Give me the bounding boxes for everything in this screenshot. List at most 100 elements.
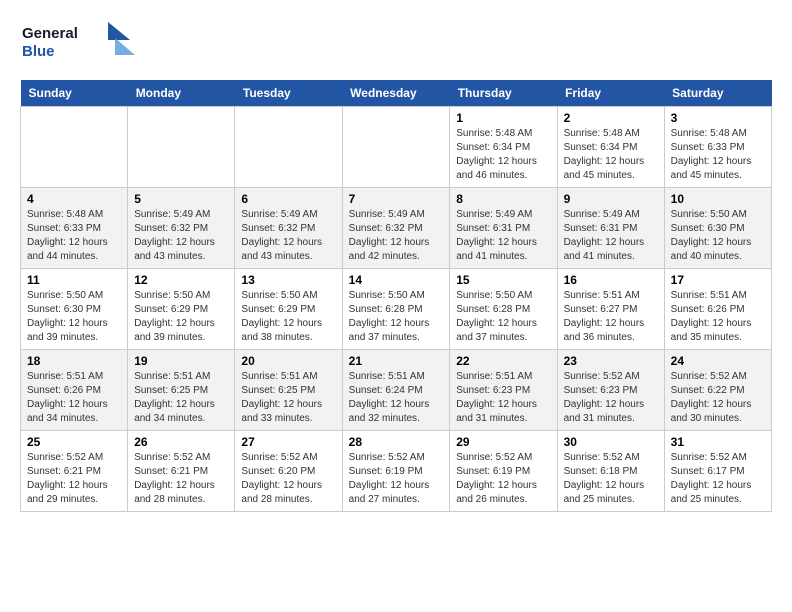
calendar-cell xyxy=(342,107,450,188)
day-number: 14 xyxy=(349,273,444,287)
calendar-cell: 10 Sunrise: 5:50 AM Sunset: 6:30 PM Dayli… xyxy=(664,188,771,269)
day-info: Sunrise: 5:51 AM Sunset: 6:26 PM Dayligh… xyxy=(27,370,121,426)
day-number: 29 xyxy=(456,435,550,449)
day-number: 12 xyxy=(134,273,228,287)
day-info: Sunrise: 5:48 AM Sunset: 6:34 PM Dayligh… xyxy=(456,127,550,183)
calendar-cell: 28Sunrise: 5:52 AM Sunset: 6:19 PM Dayli… xyxy=(342,431,450,512)
calendar-cell: 6 Sunrise: 5:49 AM Sunset: 6:32 PM Daylig… xyxy=(235,188,342,269)
day-info: Sunrise: 5:50 AM Sunset: 6:30 PM Dayligh… xyxy=(27,289,121,345)
day-info: Sunrise: 5:52 AM Sunset: 6:21 PM Dayligh… xyxy=(27,451,121,507)
day-info: Sunrise: 5:50 AM Sunset: 6:29 PM Dayligh… xyxy=(134,289,228,345)
calendar-cell: 23 Sunrise: 5:52 AM Sunset: 6:23 PM Dayli… xyxy=(557,350,664,431)
calendar-cell: 20 Sunrise: 5:51 AM Sunset: 6:25 PM Dayli… xyxy=(235,350,342,431)
calendar-cell: 8 Sunrise: 5:49 AM Sunset: 6:31 PM Daylig… xyxy=(450,188,557,269)
day-info: Sunrise: 5:48 AM Sunset: 6:34 PM Dayligh… xyxy=(564,127,658,183)
week-row-3: 11Sunrise: 5:50 AM Sunset: 6:30 PM Dayli… xyxy=(21,269,772,350)
day-number: 27 xyxy=(241,435,335,449)
header: General Blue xyxy=(20,20,772,70)
day-info: Sunrise: 5:49 AM Sunset: 6:32 PM Dayligh… xyxy=(134,208,228,264)
calendar-cell: 9Sunrise: 5:49 AM Sunset: 6:31 PM Daylig… xyxy=(557,188,664,269)
day-number: 31 xyxy=(671,435,765,449)
day-number: 7 xyxy=(349,192,444,206)
calendar-cell: 13 Sunrise: 5:50 AM Sunset: 6:29 PM Dayli… xyxy=(235,269,342,350)
day-info: Sunrise: 5:52 AM Sunset: 6:23 PM Dayligh… xyxy=(564,370,658,426)
week-row-5: 25 Sunrise: 5:52 AM Sunset: 6:21 PM Dayli… xyxy=(21,431,772,512)
day-info: Sunrise: 5:50 AM Sunset: 6:29 PM Dayligh… xyxy=(241,289,335,345)
day-number: 22 xyxy=(456,354,550,368)
day-info: Sunrise: 5:51 AM Sunset: 6:25 PM Dayligh… xyxy=(134,370,228,426)
day-number: 8 xyxy=(456,192,550,206)
day-info: Sunrise: 5:51 AM Sunset: 6:24 PM Dayligh… xyxy=(349,370,444,426)
logo: General Blue xyxy=(20,20,130,70)
day-number: 25 xyxy=(27,435,121,449)
day-number: 6 xyxy=(241,192,335,206)
day-info: Sunrise: 5:52 AM Sunset: 6:17 PM Dayligh… xyxy=(671,451,765,507)
calendar-cell: 14 Sunrise: 5:50 AM Sunset: 6:28 PM Dayli… xyxy=(342,269,450,350)
day-info: Sunrise: 5:51 AM Sunset: 6:27 PM Dayligh… xyxy=(564,289,658,345)
day-number: 26 xyxy=(134,435,228,449)
calendar-cell: 5 Sunrise: 5:49 AM Sunset: 6:32 PM Daylig… xyxy=(128,188,235,269)
weekday-header-thursday: Thursday xyxy=(450,80,557,107)
day-number: 1 xyxy=(456,111,550,125)
day-info: Sunrise: 5:50 AM Sunset: 6:30 PM Dayligh… xyxy=(671,208,765,264)
calendar-cell: 24Sunrise: 5:52 AM Sunset: 6:22 PM Dayli… xyxy=(664,350,771,431)
week-row-4: 18 Sunrise: 5:51 AM Sunset: 6:26 PM Dayli… xyxy=(21,350,772,431)
day-number: 5 xyxy=(134,192,228,206)
day-info: Sunrise: 5:51 AM Sunset: 6:23 PM Dayligh… xyxy=(456,370,550,426)
day-info: Sunrise: 5:52 AM Sunset: 6:22 PM Dayligh… xyxy=(671,370,765,426)
calendar-cell: 12 Sunrise: 5:50 AM Sunset: 6:29 PM Dayli… xyxy=(128,269,235,350)
calendar-cell: 19 Sunrise: 5:51 AM Sunset: 6:25 PM Dayli… xyxy=(128,350,235,431)
calendar-cell: 4 Sunrise: 5:48 AM Sunset: 6:33 PM Daylig… xyxy=(21,188,128,269)
calendar-cell xyxy=(128,107,235,188)
calendar-cell: 2 Sunrise: 5:48 AM Sunset: 6:34 PM Daylig… xyxy=(557,107,664,188)
day-info: Sunrise: 5:49 AM Sunset: 6:32 PM Dayligh… xyxy=(241,208,335,264)
day-number: 18 xyxy=(27,354,121,368)
calendar-cell: 16 Sunrise: 5:51 AM Sunset: 6:27 PM Dayli… xyxy=(557,269,664,350)
day-info: Sunrise: 5:52 AM Sunset: 6:19 PM Dayligh… xyxy=(349,451,444,507)
weekday-header-saturday: Saturday xyxy=(664,80,771,107)
calendar-cell: 31 Sunrise: 5:52 AM Sunset: 6:17 PM Dayli… xyxy=(664,431,771,512)
day-number: 16 xyxy=(564,273,658,287)
svg-text:Blue: Blue xyxy=(22,43,55,60)
day-info: Sunrise: 5:52 AM Sunset: 6:19 PM Dayligh… xyxy=(456,451,550,507)
day-info: Sunrise: 5:52 AM Sunset: 6:20 PM Dayligh… xyxy=(241,451,335,507)
day-number: 21 xyxy=(349,354,444,368)
day-info: Sunrise: 5:51 AM Sunset: 6:26 PM Dayligh… xyxy=(671,289,765,345)
day-number: 4 xyxy=(27,192,121,206)
day-number: 9 xyxy=(564,192,658,206)
day-info: Sunrise: 5:52 AM Sunset: 6:18 PM Dayligh… xyxy=(564,451,658,507)
day-info: Sunrise: 5:48 AM Sunset: 6:33 PM Dayligh… xyxy=(27,208,121,264)
calendar-cell: 11Sunrise: 5:50 AM Sunset: 6:30 PM Dayli… xyxy=(21,269,128,350)
weekday-header-row: SundayMondayTuesdayWednesdayThursdayFrid… xyxy=(21,80,772,107)
weekday-header-sunday: Sunday xyxy=(21,80,128,107)
calendar: SundayMondayTuesdayWednesdayThursdayFrid… xyxy=(20,80,772,512)
calendar-cell: 25 Sunrise: 5:52 AM Sunset: 6:21 PM Dayli… xyxy=(21,431,128,512)
day-number: 17 xyxy=(671,273,765,287)
weekday-header-friday: Friday xyxy=(557,80,664,107)
weekday-header-tuesday: Tuesday xyxy=(235,80,342,107)
day-number: 20 xyxy=(241,354,335,368)
day-number: 2 xyxy=(564,111,658,125)
calendar-cell: 17 Sunrise: 5:51 AM Sunset: 6:26 PM Dayli… xyxy=(664,269,771,350)
calendar-cell: 30 Sunrise: 5:52 AM Sunset: 6:18 PM Dayli… xyxy=(557,431,664,512)
day-info: Sunrise: 5:50 AM Sunset: 6:28 PM Dayligh… xyxy=(349,289,444,345)
day-number: 15 xyxy=(456,273,550,287)
day-info: Sunrise: 5:49 AM Sunset: 6:32 PM Dayligh… xyxy=(349,208,444,264)
weekday-header-wednesday: Wednesday xyxy=(342,80,450,107)
week-row-1: 1 Sunrise: 5:48 AM Sunset: 6:34 PM Daylig… xyxy=(21,107,772,188)
day-info: Sunrise: 5:49 AM Sunset: 6:31 PM Dayligh… xyxy=(456,208,550,264)
calendar-cell: 1 Sunrise: 5:48 AM Sunset: 6:34 PM Daylig… xyxy=(450,107,557,188)
day-number: 23 xyxy=(564,354,658,368)
day-info: Sunrise: 5:52 AM Sunset: 6:21 PM Dayligh… xyxy=(134,451,228,507)
day-number: 13 xyxy=(241,273,335,287)
svg-text:General: General xyxy=(22,25,78,42)
day-info: Sunrise: 5:50 AM Sunset: 6:28 PM Dayligh… xyxy=(456,289,550,345)
day-number: 10 xyxy=(671,192,765,206)
day-number: 19 xyxy=(134,354,228,368)
calendar-cell: 27 Sunrise: 5:52 AM Sunset: 6:20 PM Dayli… xyxy=(235,431,342,512)
calendar-cell: 21 Sunrise: 5:51 AM Sunset: 6:24 PM Dayli… xyxy=(342,350,450,431)
day-number: 30 xyxy=(564,435,658,449)
calendar-cell: 15 Sunrise: 5:50 AM Sunset: 6:28 PM Dayli… xyxy=(450,269,557,350)
day-info: Sunrise: 5:51 AM Sunset: 6:25 PM Dayligh… xyxy=(241,370,335,426)
day-number: 3 xyxy=(671,111,765,125)
